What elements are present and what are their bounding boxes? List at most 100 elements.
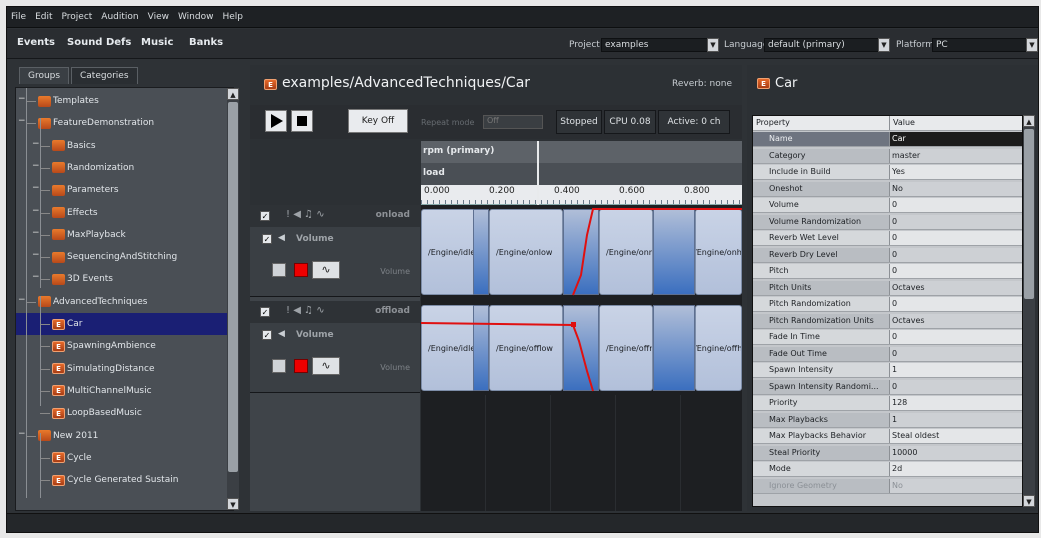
chevron-down-icon[interactable]: ▼ [707,38,719,52]
tab-groups[interactable]: Groups [19,67,70,84]
expand-toggle-icon[interactable]: − [32,228,40,238]
menu-project[interactable]: Project [62,12,93,22]
envelope-button[interactable]: ∿ [312,357,340,375]
property-value[interactable]: 0 [890,231,1022,245]
layer-tool-icons[interactable]: ! ◀ ♫ ∿ [286,305,325,316]
effect-bypass-button[interactable] [272,263,286,277]
tree-item[interactable]: − FeatureDemonstration [16,112,233,134]
property-row[interactable]: Oneshot No [753,181,1022,197]
effect-color-button[interactable] [294,359,308,373]
property-value[interactable]: 0 [890,214,1022,229]
col-value[interactable]: Value [890,116,1022,130]
play-button[interactable] [265,110,287,132]
scroll-up-icon[interactable]: ▲ [227,88,239,100]
property-row[interactable]: Steal Priority 10000 [753,445,1022,461]
property-value[interactable]: Steal oldest [890,429,1022,443]
expand-toggle-icon[interactable]: − [18,429,26,439]
parameter-cursor[interactable] [537,141,539,205]
property-row[interactable]: Fade In Time 0 [753,330,1022,345]
stop-button[interactable] [291,110,313,132]
tree-item[interactable]: E Cycle Generated Sustain [16,469,233,491]
tree-item[interactable]: E Car [16,313,233,335]
expand-toggle-icon[interactable]: − [18,116,26,126]
envelope-button[interactable]: ∿ [312,261,340,279]
property-row[interactable]: Fade Out Time 0 [753,346,1022,362]
tree-scrollbar[interactable]: ▲ ▼ [227,88,239,510]
property-row[interactable]: Include in Build Yes [753,165,1022,180]
property-value[interactable]: Octaves [890,313,1022,328]
property-value[interactable]: 0 [890,330,1022,344]
expand-toggle-icon[interactable]: − [32,250,40,260]
property-value[interactable]: 128 [890,396,1022,410]
param-load[interactable]: load [421,163,742,185]
property-row[interactable]: Volume Randomization 0 [753,214,1022,230]
property-row[interactable]: Pitch Randomization 0 [753,297,1022,312]
menu-edit[interactable]: Edit [35,12,52,22]
tab-sound-defs[interactable]: Sound Defs [67,37,131,48]
language-select[interactable]: default (primary) ▼ [764,38,890,52]
property-row[interactable]: Pitch 0 [753,264,1022,279]
scroll-down-icon[interactable]: ▼ [227,498,239,510]
property-row[interactable]: Name Car [753,132,1022,147]
expand-toggle-icon[interactable]: − [18,94,26,104]
expand-toggle-icon[interactable]: − [32,272,40,282]
property-row[interactable]: Volume 0 [753,198,1022,213]
property-value[interactable]: Yes [890,165,1022,179]
property-value[interactable]: Car [890,132,1022,146]
tab-music[interactable]: Music [141,37,173,48]
key-off-button[interactable]: Key Off [348,109,408,133]
menu-window[interactable]: Window [178,12,214,22]
property-value[interactable]: 2d [890,462,1022,476]
property-value[interactable]: 0 [890,264,1022,278]
property-value[interactable]: No [890,181,1022,196]
expand-toggle-icon[interactable]: − [32,206,40,216]
property-row[interactable]: Max Playbacks Behavior Steal oldest [753,429,1022,444]
parameter-lanes[interactable]: rpm (primary) load 0.000 0.200 0.400 0.6… [421,141,742,511]
property-row[interactable]: Spawn Intensity 1 [753,363,1022,378]
property-value[interactable]: 0 [890,379,1022,394]
menu-audition[interactable]: Audition [101,12,138,22]
property-row[interactable]: Reverb Wet Level 0 [753,231,1022,246]
tree-item[interactable]: E SimulatingDistance [16,358,233,380]
property-value[interactable]: 0 [890,297,1022,311]
property-value[interactable]: master [890,148,1022,163]
tree-item[interactable]: − 3D Events [16,268,233,290]
layer-enable-checkbox[interactable]: ✓ [260,307,270,317]
tree-item[interactable]: − Randomization [16,157,233,179]
chevron-down-icon[interactable]: ▼ [878,38,890,52]
property-value[interactable]: Octaves [890,280,1022,295]
property-row[interactable]: Reverb Dry Level 0 [753,247,1022,263]
properties-scrollbar[interactable]: ▲ ▼ [1023,115,1035,507]
property-value[interactable]: 1 [890,363,1022,377]
tree-item[interactable]: − New 2011 [16,425,233,447]
expand-toggle-icon[interactable]: − [32,139,40,149]
tree-item[interactable]: − Templates [16,90,233,112]
volume-envelope[interactable] [421,301,742,393]
property-row[interactable]: Max Playbacks 1 [753,412,1022,428]
scroll-thumb[interactable] [1024,129,1034,299]
effect-enable-checkbox[interactable]: ✓ [262,234,272,244]
repeat-mode-select[interactable]: Off [483,115,543,129]
scroll-thumb[interactable] [228,102,238,472]
menu-view[interactable]: View [148,12,169,22]
parameter-ruler[interactable]: 0.000 0.200 0.400 0.600 0.800 [421,185,742,205]
tree-item[interactable]: − Basics [16,135,233,157]
platform-select[interactable]: PC ▼ [932,38,1038,52]
property-row[interactable]: Spawn Intensity Randomi... 0 [753,379,1022,395]
expand-toggle-icon[interactable]: − [32,161,40,171]
menu-file[interactable]: File [11,12,26,22]
property-row[interactable]: Pitch Randomization Units Octaves [753,313,1022,329]
tree-item[interactable]: E LoopBasedMusic [16,402,233,424]
effect-bypass-button[interactable] [272,359,286,373]
property-row[interactable]: Ignore Geometry No [753,478,1022,494]
tree-item[interactable]: − SequencingAndStitching [16,246,233,268]
scroll-up-icon[interactable]: ▲ [1023,115,1035,127]
tree-item[interactable]: − Effects [16,202,233,224]
tab-events[interactable]: Events [17,37,55,48]
property-value[interactable]: 10000 [890,445,1022,460]
tree-item[interactable]: − AdvancedTechniques [16,291,233,313]
layer-tool-icons[interactable]: ! ◀ ♫ ∿ [286,209,325,220]
property-row[interactable]: Category master [753,148,1022,164]
tab-categories[interactable]: Categories [71,67,138,84]
param-primary[interactable]: rpm (primary) [421,141,742,163]
